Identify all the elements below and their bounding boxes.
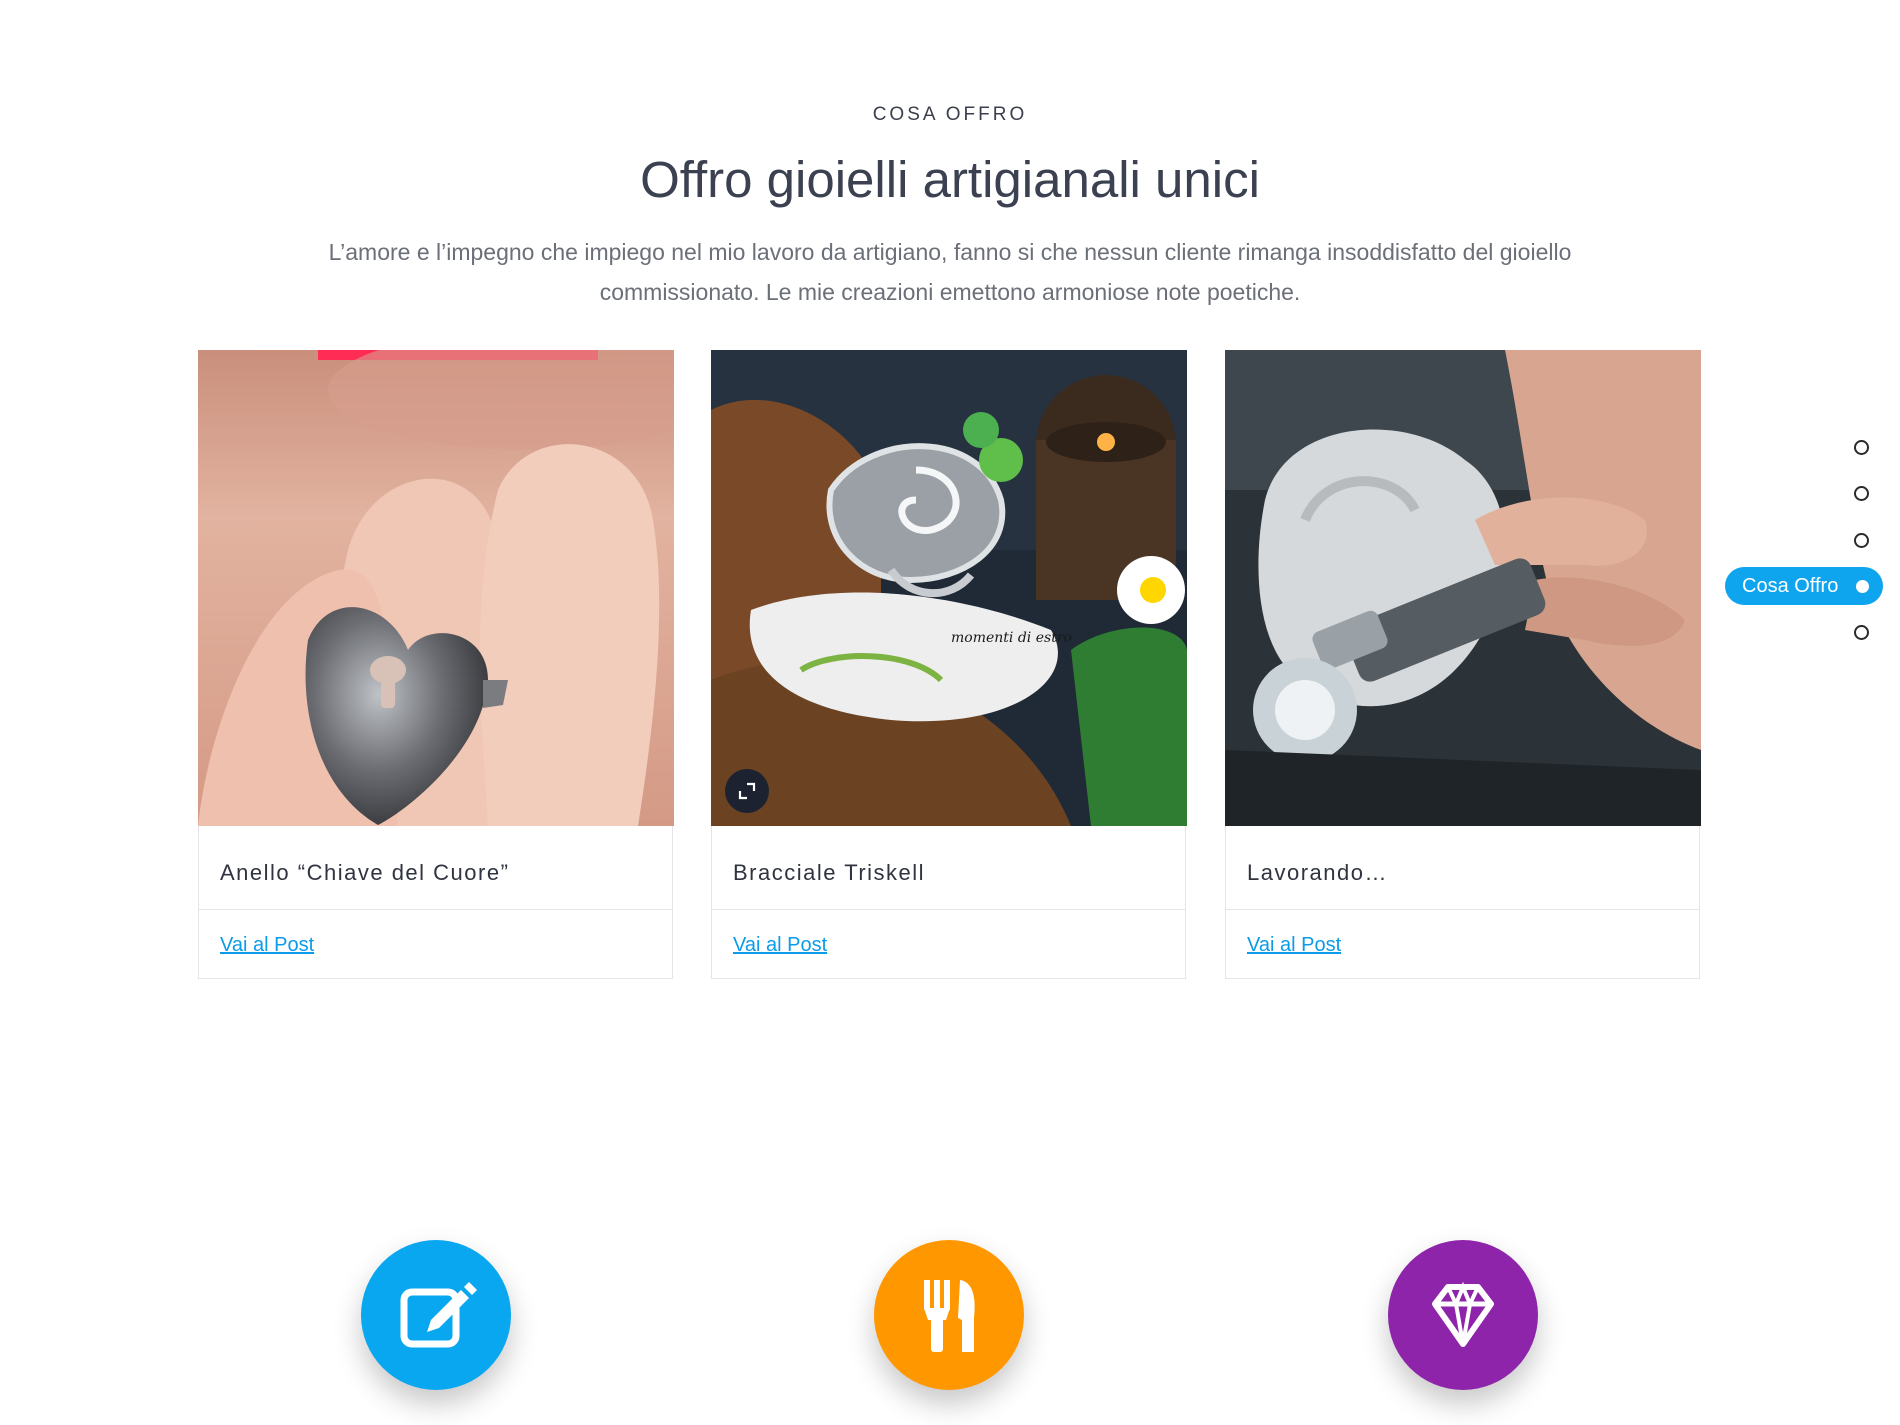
post-title: Anello “Chiave del Cuore”: [220, 860, 510, 885]
section-nav-label: Cosa Offro: [1742, 575, 1839, 597]
section-eyebrow: COSA OFFRO: [872, 104, 1028, 125]
fork-knife-icon: [924, 1280, 975, 1352]
section-nav-dot[interactable]: [1854, 440, 1869, 455]
expand-image-button[interactable]: [725, 769, 769, 813]
active-dot-indicator: [1856, 580, 1869, 593]
read-post-link[interactable]: Vai al Post: [220, 934, 314, 957]
post-image-ring[interactable]: [198, 350, 674, 826]
post-card-ring: Anello “Chiave del Cuore” Vai al Post: [198, 350, 674, 979]
feature-food: [874, 1240, 1024, 1390]
post-title: Lavorando…: [1247, 860, 1388, 885]
post-card-working: Lavorando… Vai al Post: [1225, 350, 1701, 979]
card-divider: [712, 909, 1185, 910]
section-lead: L’amore e l’impegno che impiego nel mio …: [328, 239, 1572, 305]
section-title: Offro gioielli artigianali unici: [640, 151, 1260, 208]
section-nav-dot[interactable]: [1854, 486, 1869, 501]
post-card-bracelet: momenti di estro Bracciale Triskell Vai …: [711, 350, 1187, 979]
post-image-bracelet[interactable]: momenti di estro: [711, 350, 1187, 826]
card-divider: [1226, 909, 1699, 910]
read-post-link[interactable]: Vai al Post: [733, 934, 827, 957]
expand-icon: [738, 782, 756, 800]
section-nav-dot[interactable]: [1854, 533, 1869, 548]
card-divider: [199, 909, 672, 910]
feature-design: [361, 1240, 511, 1390]
section-nav-dot-active[interactable]: Cosa Offro: [1725, 567, 1883, 605]
feature-jewelry: [1388, 1240, 1538, 1390]
diamond-icon: [1432, 1281, 1494, 1347]
post-title: Bracciale Triskell: [733, 860, 926, 885]
image-watermark: momenti di estro: [951, 630, 1072, 646]
read-post-link[interactable]: Vai al Post: [1247, 934, 1341, 957]
pencil-edit-icon: [400, 1282, 477, 1348]
post-image-working[interactable]: [1225, 350, 1701, 826]
section-nav-dot[interactable]: [1854, 625, 1869, 640]
